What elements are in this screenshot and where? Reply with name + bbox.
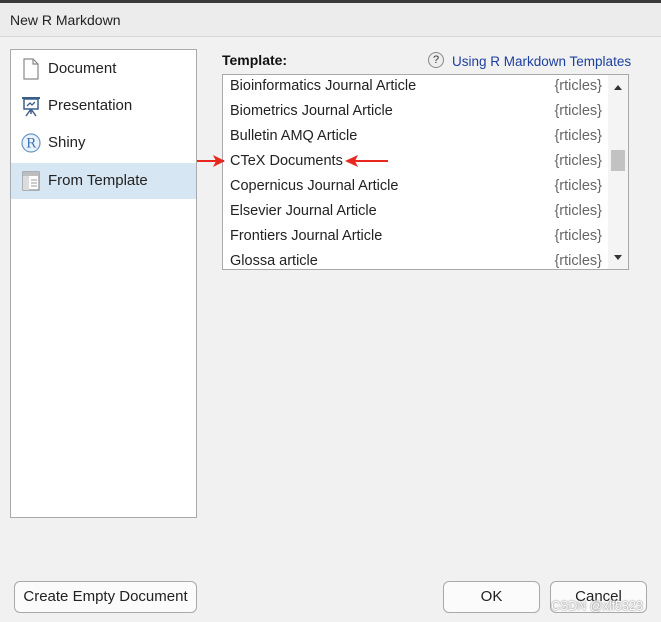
sidebar-item-label: Presentation — [48, 97, 133, 114]
sidebar-item-label: Shiny — [48, 134, 86, 151]
template-package: {rticles} — [554, 253, 602, 269]
template-list-scrollbar[interactable] — [608, 75, 628, 269]
template-name: CTeX Documents — [230, 153, 343, 169]
annotation-arrow-left-icon — [345, 155, 388, 167]
template-row[interactable]: CTeX Documents {rticles} — [223, 150, 606, 175]
template-row[interactable]: Glossa article {rticles} — [223, 250, 606, 269]
window-title: New R Markdown — [10, 12, 121, 28]
template-row[interactable]: Copernicus Journal Article {rticles} — [223, 175, 606, 200]
template-name: Glossa article — [230, 253, 318, 269]
template-name: Bioinformatics Journal Article — [230, 78, 417, 94]
create-empty-document-button[interactable]: Create Empty Document — [14, 581, 197, 613]
sidebar-item-label: Document — [48, 60, 117, 77]
title-bar-edge — [0, 0, 661, 3]
template-name: Biometrics Journal Article — [230, 103, 393, 119]
template-name: Copernicus Journal Article — [230, 178, 399, 194]
sidebar-item-label: From Template — [48, 172, 148, 189]
template-package: {rticles} — [554, 78, 602, 94]
scroll-up-arrow-icon[interactable] — [608, 79, 628, 95]
sidebar-item-shiny[interactable]: R Shiny — [11, 125, 196, 161]
template-name: Bulletin AMQ Article — [230, 128, 358, 144]
annotation-arrow-right-icon — [197, 155, 225, 167]
scrollbar-thumb[interactable] — [611, 150, 625, 171]
document-icon — [20, 57, 42, 81]
template-label: Template: — [222, 52, 288, 68]
template-row[interactable]: Biometrics Journal Article {rticles} — [223, 100, 606, 125]
shiny-r-icon: R — [20, 131, 42, 155]
help-icon: ? — [428, 52, 444, 68]
svg-text:R: R — [26, 137, 37, 152]
sidebar-item-presentation[interactable]: Presentation — [11, 88, 196, 124]
ok-button[interactable]: OK — [443, 581, 540, 613]
template-icon — [20, 169, 42, 193]
template-package: {rticles} — [554, 203, 602, 219]
scroll-down-arrow-icon[interactable] — [608, 250, 628, 266]
title-bar: New R Markdown — [0, 0, 661, 37]
template-row[interactable]: Elsevier Journal Article {rticles} — [223, 200, 606, 225]
sidebar: Document Presentation R Shiny From Templ… — [10, 49, 197, 518]
template-name: Elsevier Journal Article — [230, 203, 377, 219]
template-name: Frontiers Journal Article — [230, 228, 383, 244]
sidebar-item-from-template[interactable]: From Template — [11, 163, 196, 199]
template-package: {rticles} — [554, 228, 602, 244]
help-link-text[interactable]: Using R Markdown Templates — [452, 54, 631, 69]
template-row[interactable]: Bioinformatics Journal Article {rticles} — [223, 75, 606, 100]
template-row[interactable]: Frontiers Journal Article {rticles} — [223, 225, 606, 250]
template-row[interactable]: Bulletin AMQ Article {rticles} — [223, 125, 606, 150]
template-package: {rticles} — [554, 103, 602, 119]
sidebar-item-document[interactable]: Document — [11, 51, 196, 87]
template-package: {rticles} — [554, 153, 602, 169]
template-package: {rticles} — [554, 178, 602, 194]
template-list[interactable]: Bioinformatics Journal Article {rticles}… — [222, 74, 629, 270]
template-package: {rticles} — [554, 128, 602, 144]
watermark: CSDN @xlf5323 — [551, 599, 643, 613]
presentation-icon — [20, 94, 42, 118]
